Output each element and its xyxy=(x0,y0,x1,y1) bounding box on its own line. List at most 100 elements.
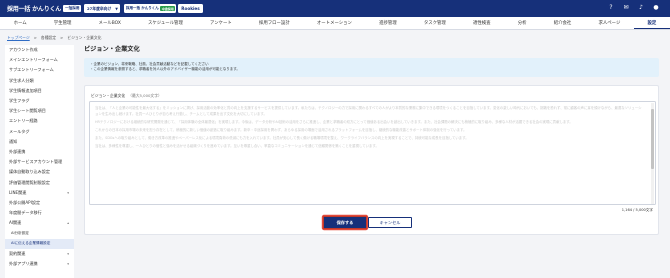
sidebar-item-label: 評価管理閲覧制限設定 xyxy=(9,179,50,185)
chevron-down-icon: ▼ xyxy=(115,6,118,11)
nav-analysis[interactable]: 分析 xyxy=(504,17,540,29)
chevron-down-icon: ▾ xyxy=(67,262,69,267)
top-icons: ? ✉ ♪ ● xyxy=(607,4,660,12)
field-limit: （最大5,000文字） xyxy=(128,93,162,98)
logo-text: 採用一括 かんりくん xyxy=(7,6,62,13)
sidebar-item-label: 外部連携 xyxy=(9,148,26,154)
sidebar-item-label: 年度間データ移行 xyxy=(9,210,42,216)
sidebar-item-entry-route[interactable]: エントリー経路 xyxy=(5,116,74,126)
chevron-down-icon: ▾ xyxy=(67,190,69,195)
settings-sidebar: アカウント作成 メインエントリーフォーム サブエントリーフォーム 学生求人分類 … xyxy=(5,45,74,278)
sidebar-item-line[interactable]: LINE関連 ▾ xyxy=(5,188,74,198)
breadcrumb-current: ビジョン・企業文化 xyxy=(67,35,102,40)
sidebar-item-label: 学生フラグ xyxy=(9,98,30,104)
chat-icon[interactable]: ✉ xyxy=(622,4,630,12)
nav-tasks[interactable]: タスク管理 xyxy=(410,17,459,29)
nav-home[interactable]: ホーム xyxy=(0,17,40,29)
sidebar-item-sheet-fields[interactable]: 学生シート閲覧項目 xyxy=(5,106,74,116)
sidebar-item-external[interactable]: 外部連携 xyxy=(5,147,74,157)
field-label: ビジョン・企業文化 （最大5,000文字） xyxy=(91,93,162,99)
nav-job-page[interactable]: 求人ページ xyxy=(585,17,634,29)
sidebar-item-external-accounts[interactable]: 外部サービスアカウント管理 xyxy=(5,157,74,167)
nav-students[interactable]: 学生管理 xyxy=(40,17,85,29)
mid-career-badge: 中途採用 xyxy=(160,6,176,11)
textarea-paragraph: 当社は、多様性を尊重し、一人ひとりの個性と強みを活かせる組織づくりを進めています… xyxy=(95,144,379,149)
vision-form-card: ビジョン・企業文化 （最大5,000文字） 当社は、「人と企業の可能性を最大化する… xyxy=(84,85,659,235)
year-select-value: 27年度卒向け xyxy=(87,5,112,11)
help-icon[interactable]: ? xyxy=(607,4,615,12)
sidebar-item-label: アカウント作成 xyxy=(9,47,38,53)
nav-agencies[interactable]: 紹介会社 xyxy=(540,17,585,29)
info-line: ・この企業情報を参照すると、求職者を対人以外のアドバイザー機能の活用が可能となり… xyxy=(90,67,240,72)
sidebar-item-label: 学生求人分類 xyxy=(9,77,34,83)
mid-career-switch[interactable]: 採用一括 かんりくん 中途採用 xyxy=(124,4,176,13)
textarea-paragraph: これからの日本の採用市場の未来を担う存在として、積極的に新しい価値の創造に取り組… xyxy=(95,127,467,132)
textarea-paragraph: また、SDGsへの取り組みとして、働き方改革の推進やペーパーレス化による環境負荷… xyxy=(95,136,469,141)
nav-aptitude[interactable]: 適性検査 xyxy=(459,17,504,29)
sidebar-item-label: メールタグ xyxy=(9,128,30,134)
sidebar-item-notifications[interactable]: 通知 xyxy=(5,137,74,147)
vision-textarea[interactable]: 当社は、「人と企業の可能性を最大化する」をミッションに掲げ、採用活動の効率化と質… xyxy=(89,101,656,205)
sidebar-item-student-fields[interactable]: 学生情報追加項目 xyxy=(5,86,74,96)
mid-career-text: 採用一括 かんりくん xyxy=(126,6,159,10)
sidebar-item-label: 外部サービスアカウント管理 xyxy=(9,159,63,165)
sidebar-item-data-migration[interactable]: 年度間データ移行 xyxy=(5,208,74,218)
sidebar-item-main-entry[interactable]: メインエントリーフォーム xyxy=(5,55,74,65)
textarea-scrollbar[interactable] xyxy=(651,103,654,204)
page-title: ビジョン・企業文化 xyxy=(84,46,140,53)
top-bar: 採用一括 かんりくん 一括採用 27年度卒向け ▼ 採用一括 かんりくん 中途採… xyxy=(0,0,670,17)
sidebar-item-contract[interactable]: 契約関連 ▾ xyxy=(5,249,74,259)
nav-mailbox[interactable]: メールBOX xyxy=(85,17,134,29)
breadcrumb-top[interactable]: トップページ xyxy=(7,35,30,41)
nav-progress[interactable]: 進捗管理 xyxy=(366,17,411,29)
main-nav: ホーム 学生管理 メールBOX スケジュール管理 アンケート 採用フロー設計 オ… xyxy=(0,17,670,30)
sidebar-item-label: 外部公開API設定 xyxy=(9,199,41,205)
chevron-down-icon: ▾ xyxy=(67,251,69,256)
scrollbar-thumb[interactable] xyxy=(651,109,654,169)
sidebar-item-label: 学生シート閲覧項目 xyxy=(9,108,46,114)
sidebar-subitem-ai-company-info[interactable]: AIに伝える企業情報設定 xyxy=(5,238,74,249)
rookies-switch[interactable]: Rookies xyxy=(178,4,203,13)
sidebar-item-label: LINE関連 xyxy=(9,189,27,195)
sidebar-item-eval-restrict[interactable]: 評価管理閲覧制限設定 xyxy=(5,177,74,187)
sidebar-item-job-class[interactable]: 学生求人分類 xyxy=(5,76,74,86)
breadcrumb-separator: > xyxy=(33,35,37,40)
sidebar-item-label: 学生情報追加項目 xyxy=(9,87,42,93)
nav-survey[interactable]: アンケート xyxy=(196,17,245,29)
app-logo[interactable]: 採用一括 かんりくん 一括採用 xyxy=(7,4,82,13)
sidebar-item-label: 契約関連 xyxy=(9,250,26,256)
char-counter: 1,164 / 5,000文字 xyxy=(621,208,653,212)
nav-flow[interactable]: 採用フロー設計 xyxy=(245,17,303,29)
sidebar-item-sub-entry[interactable]: サブエントリーフォーム xyxy=(5,65,74,75)
sidebar-item-mail-tags[interactable]: メールタグ xyxy=(5,127,74,137)
sidebar-item-student-flags[interactable]: 学生フラグ xyxy=(5,96,74,106)
year-select[interactable]: 27年度卒向け ▼ xyxy=(84,4,120,13)
sidebar-item-public-api[interactable]: 外部公開API設定 xyxy=(5,198,74,208)
textarea-paragraph: HRテクノロジーにおける継続的な研究開発を通じて、「採用体験の全体最適化」を実現… xyxy=(95,119,573,124)
sidebar-item-label: AI関連 xyxy=(9,220,22,226)
nav-schedule[interactable]: スケジュール管理 xyxy=(134,17,196,29)
user-icon[interactable]: ● xyxy=(652,4,660,12)
breadcrumb: トップページ > 各種設定 > ビジョン・企業文化 xyxy=(7,35,101,41)
field-label-text: ビジョン・企業文化 xyxy=(91,93,126,98)
sidebar-item-label: 媒体自動取り込み設定 xyxy=(9,169,50,175)
nav-settings[interactable]: 設定 xyxy=(633,17,670,29)
sidebar-item-external-apps[interactable]: 外部アプリ連携 ▾ xyxy=(5,259,74,269)
sidebar-item-label: サブエントリーフォーム xyxy=(9,67,54,73)
sidebar-subitem-ai-analysis[interactable]: AI分析設定 xyxy=(5,228,74,238)
sidebar-item-ai[interactable]: AI関連 ▴ xyxy=(5,218,74,228)
save-button[interactable]: 保存する xyxy=(323,216,367,229)
breadcrumb-separator: > xyxy=(60,35,64,40)
logo-tag: 一括採用 xyxy=(63,5,82,12)
sidebar-item-label: 通知 xyxy=(9,138,18,144)
cancel-button[interactable]: キャンセル xyxy=(368,217,412,228)
textarea-paragraph: 当社は、「人と企業の可能性を最大化する」をミッションに掲げ、採用活動の効率化と質… xyxy=(95,106,642,116)
breadcrumb-settings[interactable]: 各種設定 xyxy=(41,35,56,41)
bell-icon[interactable]: ♪ xyxy=(637,4,645,12)
sidebar-item-account[interactable]: アカウント作成 xyxy=(5,45,74,55)
sidebar-item-media-import[interactable]: 媒体自動取り込み設定 xyxy=(5,167,74,177)
chevron-up-icon: ▴ xyxy=(67,221,69,226)
nav-automation[interactable]: オートメーション xyxy=(303,17,365,29)
sidebar-item-label: エントリー経路 xyxy=(9,118,38,124)
sidebar-item-label: 外部アプリ連携 xyxy=(9,261,38,267)
